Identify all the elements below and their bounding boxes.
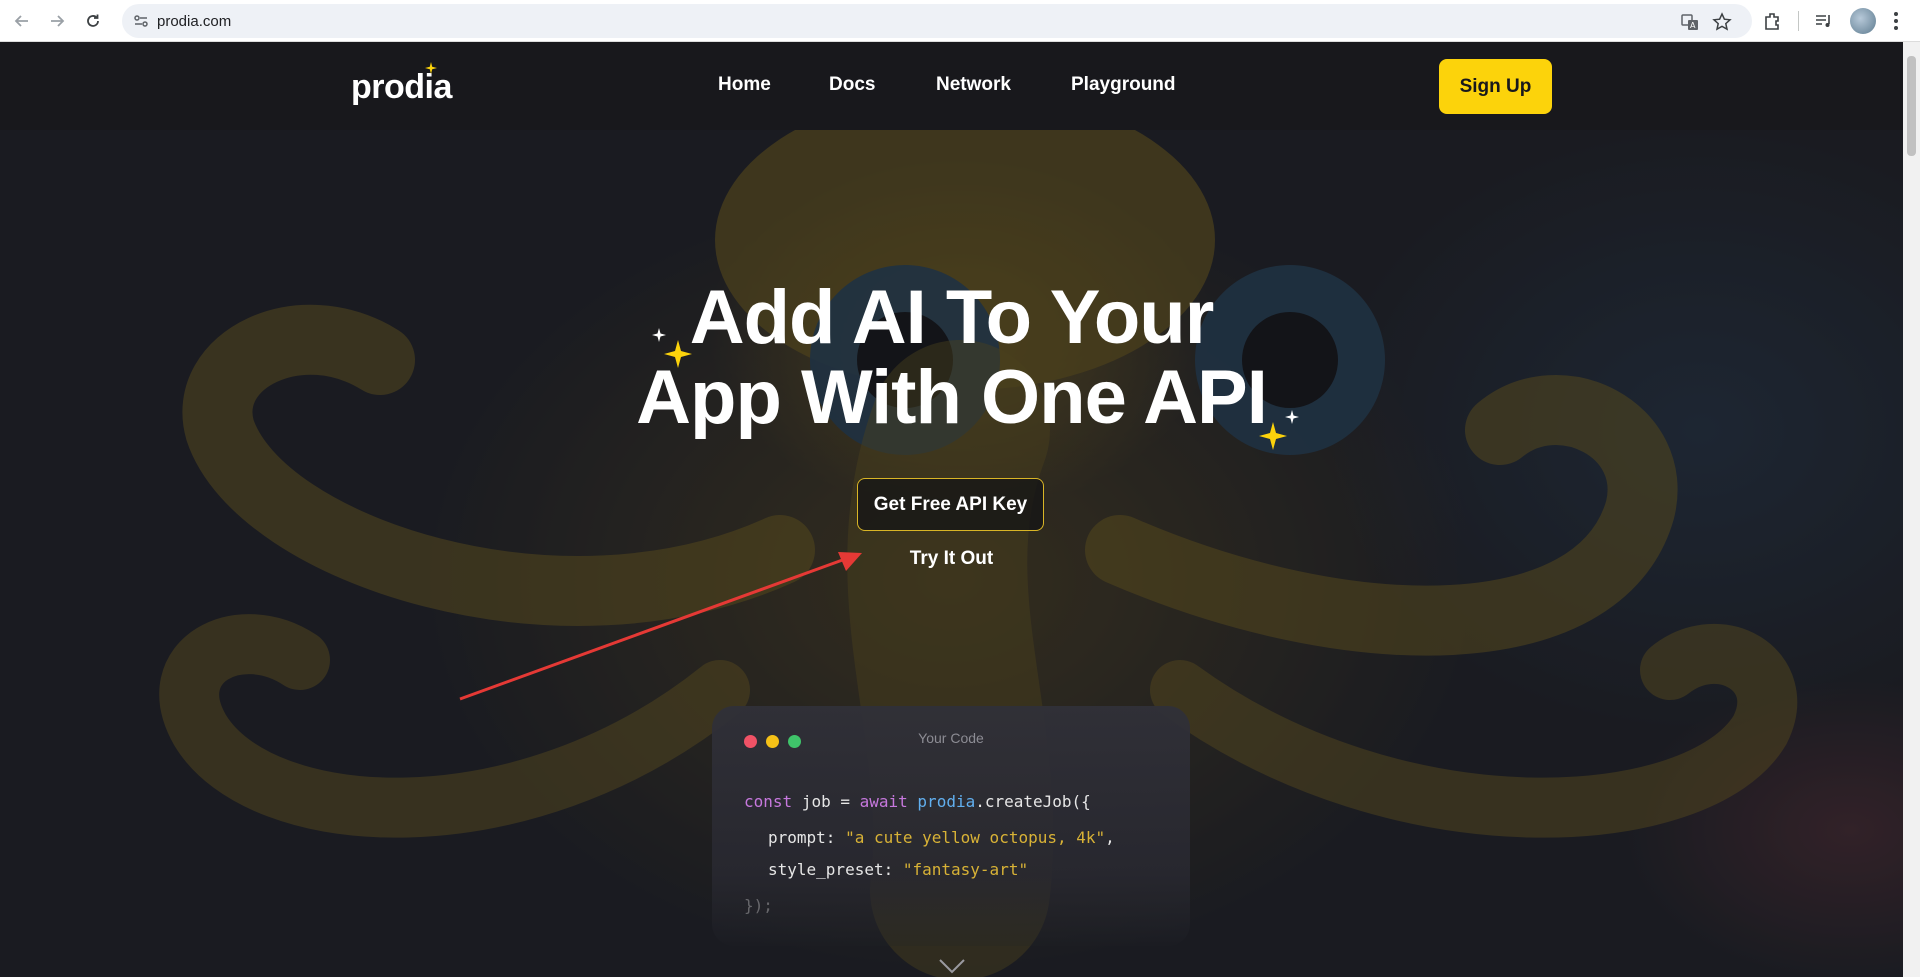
address-bar[interactable]: prodia.com A (122, 4, 1752, 38)
profile-avatar[interactable] (1850, 8, 1876, 34)
sparkle-right-icon (1259, 410, 1299, 450)
code-window-title: Your Code (918, 730, 984, 746)
try-it-out-label[interactable]: Try It Out (910, 548, 993, 569)
page-scrollbar[interactable] (1903, 42, 1920, 977)
logo-sparkle-icon (425, 62, 437, 74)
extensions-icon[interactable] (1762, 10, 1784, 32)
try-it-out-link: Try It Out (0, 548, 1903, 570)
nav-playground[interactable]: Playground (1071, 74, 1176, 96)
back-icon[interactable] (9, 8, 35, 34)
forward-icon[interactable] (44, 8, 70, 34)
nav-network[interactable]: Network (936, 74, 1011, 96)
svg-text:A: A (1690, 21, 1696, 30)
hero-heading: Add AI To Your App With One API (0, 278, 1903, 438)
get-free-api-key-button[interactable]: Get Free API Key (857, 478, 1044, 531)
hero-heading-line1: Add AI To Your (689, 275, 1215, 360)
code-line-1: const job = await prodia.createJob({ (744, 792, 1091, 811)
browser-menu-icon[interactable] (1892, 9, 1900, 33)
bookmark-star-icon[interactable] (1712, 12, 1732, 32)
browser-toolbar: prodia.com A (0, 0, 1920, 42)
url-text: prodia.com (157, 13, 232, 30)
toolbar-divider (1798, 11, 1799, 31)
translate-icon[interactable]: A (1680, 12, 1700, 32)
site-info-icon[interactable] (132, 12, 150, 30)
code-line-3: style_preset: "fantasy-art" (768, 860, 1029, 879)
sparkle-left-icon (652, 328, 692, 368)
nav-docs[interactable]: Docs (829, 74, 875, 96)
code-line-4: }); (744, 896, 773, 915)
reload-icon[interactable] (80, 8, 106, 34)
code-line-2: prompt: "a cute yellow octopus, 4k", (768, 828, 1115, 847)
code-window: Your Code const job = await prodia.creat… (712, 706, 1190, 946)
media-control-icon[interactable] (1813, 10, 1835, 32)
scroll-down-chevron-icon[interactable] (938, 958, 966, 974)
nav-home[interactable]: Home (718, 74, 771, 96)
scrollbar-thumb[interactable] (1907, 56, 1916, 156)
page-content: prodia Home Docs Network Playground Sign… (0, 42, 1903, 977)
hero-heading-line2: App With One API (636, 355, 1268, 440)
site-header: prodia Home Docs Network Playground Sign… (0, 42, 1903, 130)
sign-up-button[interactable]: Sign Up (1439, 59, 1552, 114)
